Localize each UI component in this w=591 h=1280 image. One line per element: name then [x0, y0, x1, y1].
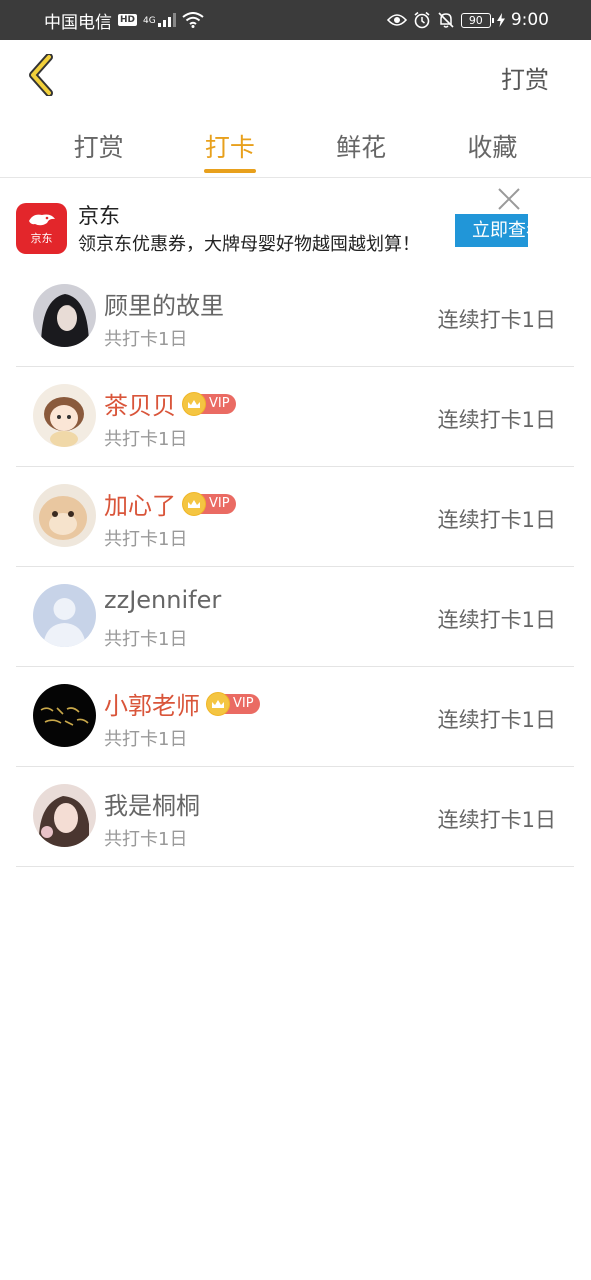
tab-reward[interactable]: 打赏 — [33, 110, 164, 177]
streak-checkins: 连续打卡1日 — [437, 608, 556, 632]
status-left: 中国电信 HD 4G — [44, 8, 204, 33]
total-checkins: 共打卡1日 — [104, 329, 188, 350]
total-checkins: 共打卡1日 — [104, 829, 188, 850]
ad-banner[interactable]: 京东 京东 领京东优惠券，大牌母婴好物越囤越划算！ 立即查看 — [0, 180, 591, 266]
status-bar: 中国电信 HD 4G 90 9:00 — [0, 0, 591, 40]
clock-time: 9:00 — [510, 10, 549, 30]
tab-label: 鲜花 — [336, 133, 387, 162]
signal-icon — [157, 13, 176, 27]
list-item[interactable]: zzJennifer 共打卡1日 连续打卡1日 — [16, 567, 574, 667]
vip-badge: VIP — [182, 491, 236, 516]
user-name: 顾里的故里 — [104, 286, 224, 321]
ad-title: 京东 — [78, 204, 120, 228]
wifi-icon — [182, 12, 204, 28]
list-item[interactable]: 茶贝贝 VIP 共打卡1日 连续打卡1日 — [16, 367, 574, 467]
streak-checkins: 连续打卡1日 — [437, 508, 556, 532]
total-checkins: 共打卡1日 — [104, 429, 188, 450]
avatar — [33, 584, 96, 647]
ad-description: 领京东优惠券，大牌母婴好物越囤越划算！ — [78, 234, 420, 255]
total-checkins: 共打卡1日 — [104, 629, 188, 650]
alarm-icon — [414, 11, 430, 29]
total-checkins: 共打卡1日 — [104, 529, 188, 550]
eye-icon — [386, 14, 407, 26]
close-icon[interactable] — [496, 186, 522, 212]
jd-logo: 京东 — [16, 203, 67, 254]
user-name: 我是桐桐 — [104, 786, 200, 821]
streak-checkins: 连续打卡1日 — [437, 408, 556, 432]
list-item[interactable]: 加心了 VIP 共打卡1日 连续打卡1日 — [16, 467, 574, 567]
streak-checkins: 连续打卡1日 — [437, 308, 556, 332]
jd-dog-icon — [28, 214, 55, 226]
user-name: 小郭老师 VIP — [104, 686, 260, 721]
charging-icon — [496, 13, 505, 27]
avatar — [33, 284, 96, 347]
crown-icon — [206, 691, 230, 716]
user-name-text: 加心了 — [104, 492, 176, 520]
user-name-text: 小郭老师 — [104, 692, 200, 720]
avatar — [33, 784, 96, 847]
jd-logo-text: 京东 — [30, 232, 53, 245]
vip-label: VIP — [233, 696, 254, 711]
tab-favorites[interactable]: 收藏 — [427, 110, 558, 177]
avatar — [33, 684, 96, 747]
avatar — [33, 384, 96, 447]
hd-icon: HD — [118, 14, 138, 26]
network-type: 4G — [143, 15, 156, 26]
crown-icon — [182, 491, 206, 516]
user-name-text: 我是桐桐 — [104, 792, 200, 820]
default-avatar-icon — [33, 584, 96, 647]
streak-checkins: 连续打卡1日 — [437, 808, 556, 832]
back-arrow-icon — [29, 54, 53, 96]
battery-icon: 90 — [460, 12, 494, 28]
reward-button[interactable]: 打赏 — [501, 60, 549, 95]
checkin-list: 顾里的故里 共打卡1日 连续打卡1日 茶贝贝 VIP 共打卡1日 连续打卡1日 … — [16, 267, 574, 867]
ad-view-now-button[interactable]: 立即查看 — [455, 214, 528, 247]
user-name: zzJennifer — [104, 586, 221, 614]
tab-label: 打卡 — [204, 133, 255, 162]
list-item[interactable]: 我是桐桐 共打卡1日 连续打卡1日 — [16, 767, 574, 867]
list-item[interactable]: 小郭老师 VIP 共打卡1日 连续打卡1日 — [16, 667, 574, 767]
tab-flowers[interactable]: 鲜花 — [296, 110, 427, 177]
crown-icon — [182, 391, 206, 416]
vip-label: VIP — [209, 396, 230, 411]
tab-checkin[interactable]: 打卡 — [164, 110, 295, 177]
list-item[interactable]: 顾里的故里 共打卡1日 连续打卡1日 — [16, 267, 574, 367]
active-tab-indicator — [203, 169, 256, 173]
back-button[interactable] — [18, 52, 62, 98]
carrier-label: 中国电信 — [44, 12, 112, 33]
tab-bar: 打赏 打卡 鲜花 收藏 — [0, 110, 591, 178]
vip-badge: VIP — [182, 391, 236, 416]
user-name-text: zzJennifer — [104, 586, 222, 614]
vip-badge: VIP — [206, 691, 260, 716]
total-checkins: 共打卡1日 — [104, 729, 188, 750]
user-name: 茶贝贝 VIP — [104, 386, 236, 421]
avatar — [33, 484, 96, 547]
user-name: 加心了 VIP — [104, 486, 236, 521]
streak-checkins: 连续打卡1日 — [437, 708, 556, 732]
tab-label: 打赏 — [73, 133, 124, 162]
status-right: 90 9:00 — [386, 10, 549, 30]
user-name-text: 茶贝贝 — [104, 392, 176, 420]
vip-label: VIP — [209, 496, 230, 511]
top-bar: 打赏 — [0, 40, 591, 110]
user-name-text: 顾里的故里 — [104, 292, 224, 320]
tab-label: 收藏 — [467, 133, 518, 162]
mute-bell-icon — [438, 12, 454, 28]
